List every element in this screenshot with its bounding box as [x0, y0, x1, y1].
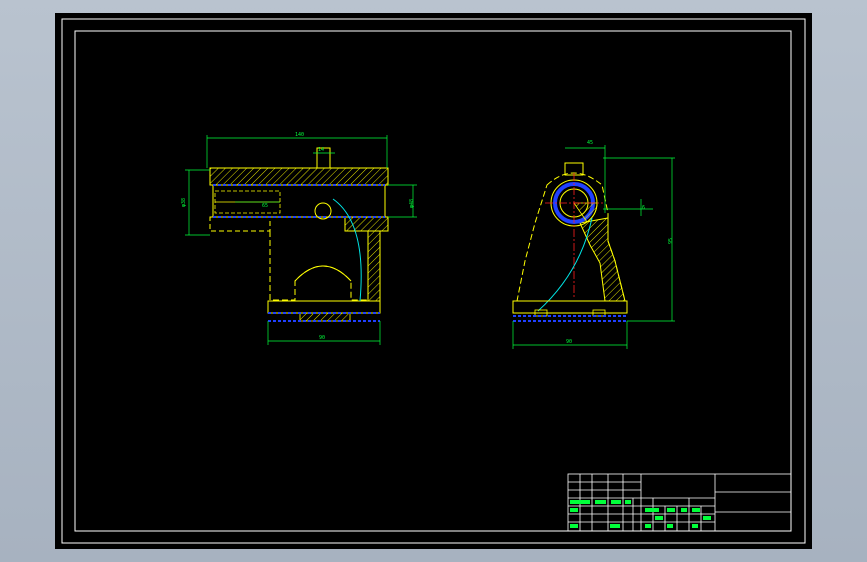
front-left-height-label: φ38	[181, 198, 187, 207]
side-base	[512, 300, 628, 314]
side-height-label: 95	[668, 238, 674, 244]
technical-drawing: 140 14 φ38 65 φ48 90 45 6 95 90	[61, 18, 806, 544]
front-slot-label: 14	[318, 147, 324, 153]
front-base	[267, 300, 381, 314]
front-width-label: 140	[295, 132, 304, 138]
side-view: 45 6 95 90	[512, 140, 675, 349]
front-right-height-label: φ48	[409, 199, 415, 208]
front-base-label: 90	[319, 335, 325, 341]
side-base-label: 90	[566, 339, 572, 345]
front-view: 140 14 φ38 65 φ48 90	[181, 132, 417, 345]
front-bore-label: 65	[262, 203, 268, 209]
inner-border	[74, 30, 792, 532]
right-web-hatch	[367, 230, 381, 302]
side-offset-label: 6	[642, 205, 645, 211]
side-top-width-label: 45	[587, 140, 593, 146]
cad-viewport[interactable]: 140 14 φ38 65 φ48 90 45 6 95 90	[55, 13, 812, 549]
upper-hatch-band	[209, 167, 389, 186]
lower-hatch-band	[344, 216, 389, 232]
outer-border	[61, 18, 806, 544]
